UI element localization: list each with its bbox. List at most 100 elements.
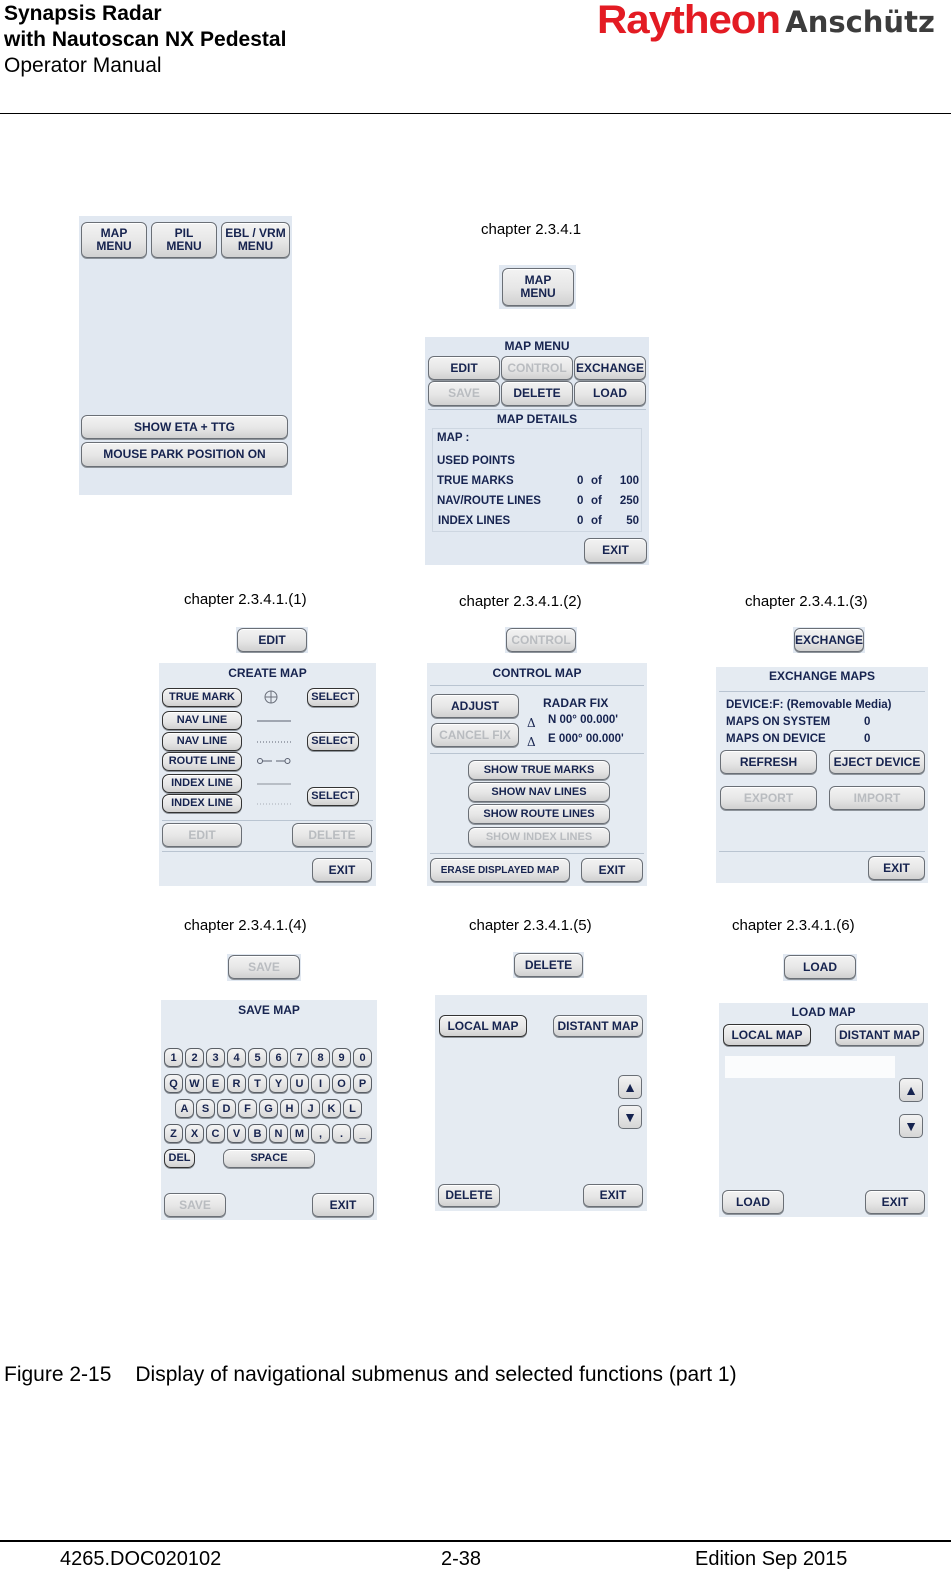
mouse-park-position-button[interactable]: MOUSE PARK POSITION ON bbox=[81, 442, 288, 467]
select-line-button[interactable]: SELECT bbox=[307, 732, 359, 751]
key[interactable]: W bbox=[185, 1074, 204, 1093]
key[interactable]: L bbox=[343, 1099, 362, 1118]
show-route-lines-button[interactable]: SHOW ROUTE LINES bbox=[468, 804, 610, 824]
show-eta-ttg-button[interactable]: SHOW ETA + TTG bbox=[81, 415, 288, 439]
local-map-button[interactable]: LOCAL MAP bbox=[439, 1015, 527, 1037]
erase-displayed-map-button[interactable]: ERASE DISPLAYED MAP bbox=[430, 858, 570, 882]
key[interactable]: D bbox=[217, 1099, 236, 1118]
key[interactable]: 8 bbox=[311, 1048, 330, 1067]
space-key[interactable]: SPACE bbox=[223, 1149, 315, 1168]
key[interactable]: Z bbox=[164, 1124, 183, 1143]
distant-map-button[interactable]: DISTANT MAP bbox=[835, 1024, 924, 1046]
key[interactable]: O bbox=[332, 1074, 351, 1093]
scroll-down-button[interactable]: ▼ bbox=[899, 1114, 923, 1138]
exit-button[interactable]: EXIT bbox=[584, 538, 647, 563]
key[interactable]: K bbox=[322, 1099, 341, 1118]
delete-map-button[interactable]: DELETE bbox=[292, 823, 372, 847]
local-map-button[interactable]: LOCAL MAP bbox=[723, 1024, 811, 1046]
key[interactable]: V bbox=[227, 1124, 246, 1143]
key[interactable]: B bbox=[248, 1124, 267, 1143]
key[interactable]: N bbox=[269, 1124, 288, 1143]
key[interactable]: 7 bbox=[290, 1048, 309, 1067]
exit-button[interactable]: EXIT bbox=[312, 1193, 374, 1217]
key[interactable]: R bbox=[227, 1074, 246, 1093]
edit-button[interactable]: EDIT bbox=[428, 356, 500, 380]
key[interactable]: H bbox=[280, 1099, 299, 1118]
select-true-mark-button[interactable]: SELECT bbox=[307, 688, 359, 707]
map-list-item[interactable] bbox=[725, 1056, 895, 1078]
nav-line-dotted-button[interactable]: NAV LINE bbox=[162, 732, 242, 751]
nav-line-solid-button[interactable]: NAV LINE bbox=[162, 711, 242, 730]
key[interactable]: P bbox=[353, 1074, 372, 1093]
scroll-up-button[interactable]: ▲ bbox=[618, 1075, 642, 1099]
key[interactable]: X bbox=[185, 1124, 204, 1143]
map-menu-button[interactable]: MAP MENU bbox=[81, 222, 147, 258]
edit-map-button[interactable]: EDIT bbox=[162, 823, 242, 847]
exchange-button[interactable]: EXCHANGE bbox=[574, 356, 646, 380]
pil-menu-button[interactable]: PIL MENU bbox=[151, 222, 217, 258]
key[interactable]: I bbox=[311, 1074, 330, 1093]
ebl-vrm-menu-button[interactable]: EBL / VRM MENU bbox=[221, 222, 290, 258]
key[interactable]: 1 bbox=[164, 1048, 183, 1067]
key[interactable]: S bbox=[196, 1099, 215, 1118]
route-line-button[interactable]: ROUTE LINE bbox=[162, 752, 242, 771]
delete-button[interactable]: DELETE bbox=[501, 381, 573, 406]
export-button[interactable]: EXPORT bbox=[720, 786, 817, 810]
select-index-button[interactable]: SELECT bbox=[307, 787, 359, 806]
save-button[interactable]: SAVE bbox=[428, 381, 500, 406]
exit-button[interactable]: EXIT bbox=[868, 856, 925, 880]
control-button[interactable]: CONTROL bbox=[501, 356, 573, 380]
key[interactable]: 3 bbox=[206, 1048, 225, 1067]
adjust-button[interactable]: ADJUST bbox=[431, 694, 519, 718]
key[interactable]: F bbox=[238, 1099, 257, 1118]
del-key[interactable]: DEL bbox=[164, 1149, 195, 1168]
edit-trigger-button[interactable]: EDIT bbox=[237, 628, 307, 652]
load-button[interactable]: LOAD bbox=[574, 381, 646, 406]
load-trigger-button[interactable]: LOAD bbox=[784, 955, 856, 979]
distant-map-button[interactable]: DISTANT MAP bbox=[553, 1015, 643, 1037]
refresh-button[interactable]: REFRESH bbox=[720, 750, 817, 774]
exit-button[interactable]: EXIT bbox=[865, 1190, 925, 1214]
exit-button[interactable]: EXIT bbox=[581, 858, 643, 882]
exit-button[interactable]: EXIT bbox=[583, 1184, 643, 1207]
show-nav-lines-button[interactable]: SHOW NAV LINES bbox=[468, 782, 610, 802]
key[interactable]: E bbox=[206, 1074, 225, 1093]
cancel-fix-button[interactable]: CANCEL FIX bbox=[431, 723, 519, 747]
key[interactable]: A bbox=[175, 1099, 194, 1118]
key[interactable]: U bbox=[290, 1074, 309, 1093]
key[interactable]: G bbox=[259, 1099, 278, 1118]
show-index-lines-button[interactable]: SHOW INDEX LINES bbox=[468, 827, 610, 847]
scroll-up-button[interactable]: ▲ bbox=[899, 1078, 923, 1102]
key[interactable]: 9 bbox=[332, 1048, 351, 1067]
scroll-down-button[interactable]: ▼ bbox=[618, 1105, 642, 1129]
key[interactable]: 0 bbox=[353, 1048, 372, 1067]
key[interactable]: , bbox=[311, 1124, 330, 1143]
key[interactable]: M bbox=[290, 1124, 309, 1143]
map-menu-trigger-button[interactable]: MAP MENU bbox=[502, 268, 574, 306]
key[interactable]: Q bbox=[164, 1074, 183, 1093]
key[interactable]: 2 bbox=[185, 1048, 204, 1067]
save-trigger-button[interactable]: SAVE bbox=[228, 955, 300, 979]
key[interactable]: 4 bbox=[227, 1048, 246, 1067]
delete-trigger-button[interactable]: DELETE bbox=[514, 953, 583, 977]
show-true-marks-button[interactable]: SHOW TRUE MARKS bbox=[468, 760, 610, 780]
index-line-dotted-button[interactable]: INDEX LINE bbox=[162, 794, 242, 813]
delete-confirm-button[interactable]: DELETE bbox=[438, 1184, 500, 1207]
key[interactable]: . bbox=[332, 1124, 351, 1143]
key[interactable]: _ bbox=[353, 1124, 372, 1143]
key[interactable]: 6 bbox=[269, 1048, 288, 1067]
key[interactable]: Y bbox=[269, 1074, 288, 1093]
key[interactable]: T bbox=[248, 1074, 267, 1093]
exit-button[interactable]: EXIT bbox=[312, 858, 372, 882]
exchange-trigger-button[interactable]: EXCHANGE bbox=[794, 628, 864, 652]
key[interactable]: J bbox=[301, 1099, 320, 1118]
true-mark-button[interactable]: TRUE MARK bbox=[162, 688, 242, 707]
key[interactable]: C bbox=[206, 1124, 225, 1143]
load-confirm-button[interactable]: LOAD bbox=[722, 1190, 784, 1214]
eject-device-button[interactable]: EJECT DEVICE bbox=[829, 750, 925, 774]
save-confirm-button[interactable]: SAVE bbox=[164, 1193, 226, 1217]
index-line-solid-button[interactable]: INDEX LINE bbox=[162, 774, 242, 793]
import-button[interactable]: IMPORT bbox=[829, 786, 925, 810]
key[interactable]: 5 bbox=[248, 1048, 267, 1067]
control-trigger-button[interactable]: CONTROL bbox=[506, 628, 576, 652]
